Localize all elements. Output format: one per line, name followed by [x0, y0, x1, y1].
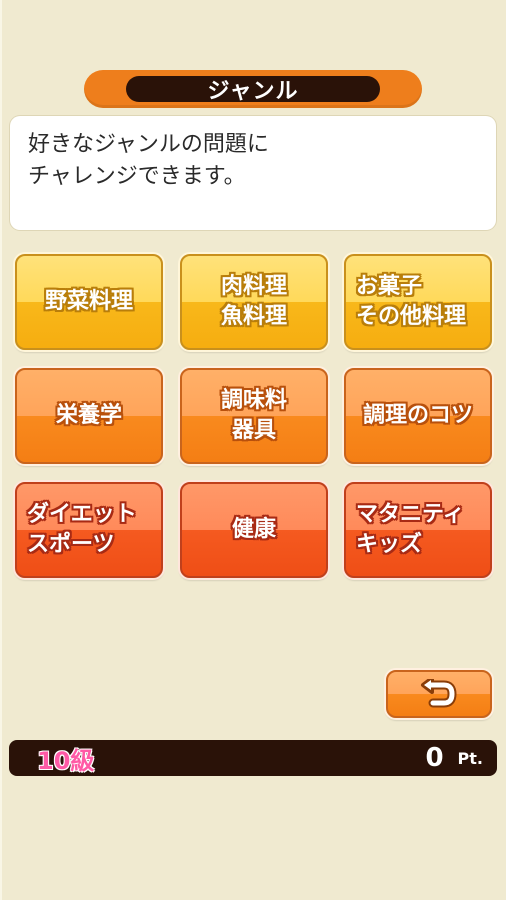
genre-label: その他料理 [356, 304, 467, 329]
points-value: 0 [425, 743, 444, 773]
genre-label: 野菜料理 [44, 289, 133, 314]
description-line-2: チャレンジできます。 [28, 164, 246, 189]
status-bar: 10級 0 Pt. [9, 740, 497, 776]
genre-label: お菓子 [356, 274, 423, 299]
grade-label: 10級 [37, 746, 95, 775]
genre-label: 調理のコツ [362, 403, 473, 428]
description-line-1: 好きなジャンルの問題に [28, 132, 269, 157]
genre-label: 健康 [231, 517, 276, 542]
genre-label: スポーツ [27, 532, 115, 557]
genre-button-maternity-kids[interactable]: マタニティ キッズ [344, 482, 492, 578]
genre-button-seasoning-tools[interactable]: 調味料 器具 [180, 368, 328, 464]
left-edge-rule [0, 0, 2, 900]
genre-button-health[interactable]: 健康 [180, 482, 328, 578]
genre-label: マタニティ [356, 502, 465, 527]
description-box: 好きなジャンルの問題に チャレンジできます。 [10, 116, 496, 230]
genre-button-diet-sports[interactable]: ダイエット スポーツ [15, 482, 163, 578]
genre-label: 器具 [231, 418, 276, 443]
genre-label: キッズ [356, 532, 423, 557]
genre-button-nutrition[interactable]: 栄養学 [15, 368, 163, 464]
genre-label: ダイエット [27, 502, 137, 527]
genre-button-sweets-other[interactable]: お菓子 その他料理 [344, 254, 492, 350]
genre-label: 肉料理 [220, 274, 287, 299]
return-arrow-icon [421, 679, 457, 708]
genre-button-cooking-tips[interactable]: 調理のコツ [344, 368, 492, 464]
genre-button-meat-fish[interactable]: 肉料理 魚料理 [180, 254, 328, 350]
genre-label: 調味料 [220, 388, 287, 413]
header-title: ジャンル [126, 76, 380, 104]
points-display: 0 Pt. [425, 742, 483, 774]
genre-label: 栄養学 [55, 403, 122, 428]
back-button[interactable] [386, 670, 492, 718]
genre-label: 魚料理 [220, 304, 287, 329]
genre-button-vegetable[interactable]: 野菜料理 [15, 254, 163, 350]
genre-header: ジャンル [84, 70, 422, 108]
points-unit: Pt. [457, 748, 483, 768]
